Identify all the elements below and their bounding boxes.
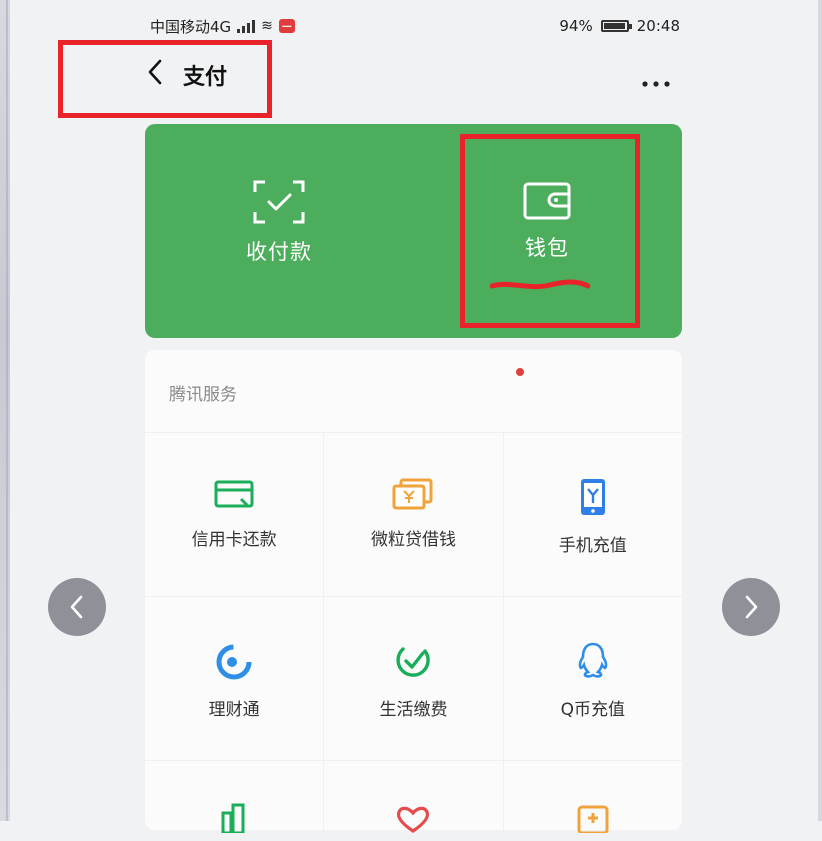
services-row: 理财通 生活缴费 Q币充值 (145, 596, 682, 760)
credit-card-icon (214, 480, 254, 508)
service-charity[interactable] (324, 761, 504, 841)
service-utility-bills[interactable]: 生活缴费 (324, 597, 504, 760)
loan-icon (392, 478, 433, 510)
status-left: 中国移动4G ≋ — (150, 16, 295, 37)
payment-card: 收付款 钱包 (145, 124, 682, 338)
service-phone-recharge[interactable]: 手机充值 (504, 433, 682, 596)
qq-coin-icon (578, 642, 608, 678)
service-label: 手机充值 (558, 536, 627, 556)
wallet-icon (523, 182, 571, 220)
carrier-label: 中国移动4G (150, 17, 232, 36)
chevron-left-icon (70, 595, 83, 619)
service-licaitong[interactable]: 理财通 (145, 597, 325, 760)
charity-icon (397, 806, 430, 833)
receive-pay-label: 收付款 (246, 240, 312, 264)
service-label: 生活缴费 (379, 700, 448, 720)
more-dots-icon (642, 81, 670, 87)
notification-badge-icon: — (278, 19, 295, 33)
status-right: 94% 20:48 (559, 17, 680, 35)
navigation-bar: 支付 (145, 50, 685, 110)
utility-bill-icon (396, 647, 431, 677)
left-edge-decoration (0, 0, 10, 821)
wallet-button[interactable]: 钱包 (413, 124, 681, 338)
wifi-icon: ≋ (261, 18, 273, 34)
service-weilidai-loan[interactable]: 微粒贷借钱 (324, 433, 504, 596)
previous-arrow-button[interactable] (48, 578, 106, 636)
battery-icon (600, 20, 632, 32)
status-bar: 中国移动4G ≋ — 94% 20:48 (150, 12, 680, 40)
scan-pay-icon (253, 180, 305, 224)
battery-percent: 94% (559, 17, 593, 35)
services-grid: 信用卡还款 微粒贷借钱 手机充值 理财通 生活缴费 Q币充值 (145, 432, 682, 841)
phone-recharge-icon (580, 479, 605, 515)
right-edge-decoration (818, 0, 822, 821)
service-label: Q币充值 (560, 700, 626, 720)
tencent-services-panel: 腾讯服务 信用卡还款 微粒贷借钱 手机充值 理财通 生活缴费 Q币充值 (145, 350, 682, 841)
wealth-icon (216, 644, 252, 680)
receive-pay-button[interactable]: 收付款 (145, 124, 413, 338)
city-services-icon (221, 803, 245, 833)
services-row (145, 760, 682, 841)
signal-icon (237, 19, 256, 33)
notification-dot (516, 368, 524, 376)
next-arrow-button[interactable] (722, 578, 780, 636)
wallet-label: 钱包 (525, 236, 569, 260)
service-city-services[interactable] (145, 761, 325, 841)
medical-icon (577, 805, 609, 833)
page-title: 支付 (183, 65, 228, 90)
back-button[interactable]: 支付 (145, 58, 227, 92)
chevron-right-icon (745, 595, 758, 619)
section-title: 腾讯服务 (169, 385, 237, 405)
service-label: 理财通 (208, 700, 260, 720)
chevron-left-icon (145, 58, 165, 92)
service-qcoin-recharge[interactable]: Q币充值 (504, 597, 682, 760)
service-label: 微粒贷借钱 (370, 530, 456, 550)
service-label: 信用卡还款 (191, 530, 277, 550)
more-button[interactable] (641, 66, 671, 94)
services-row: 信用卡还款 微粒贷借钱 手机充值 (145, 432, 682, 596)
clock: 20:48 (636, 17, 680, 35)
service-credit-card-repay[interactable]: 信用卡还款 (145, 433, 325, 596)
service-medical[interactable] (504, 761, 682, 841)
